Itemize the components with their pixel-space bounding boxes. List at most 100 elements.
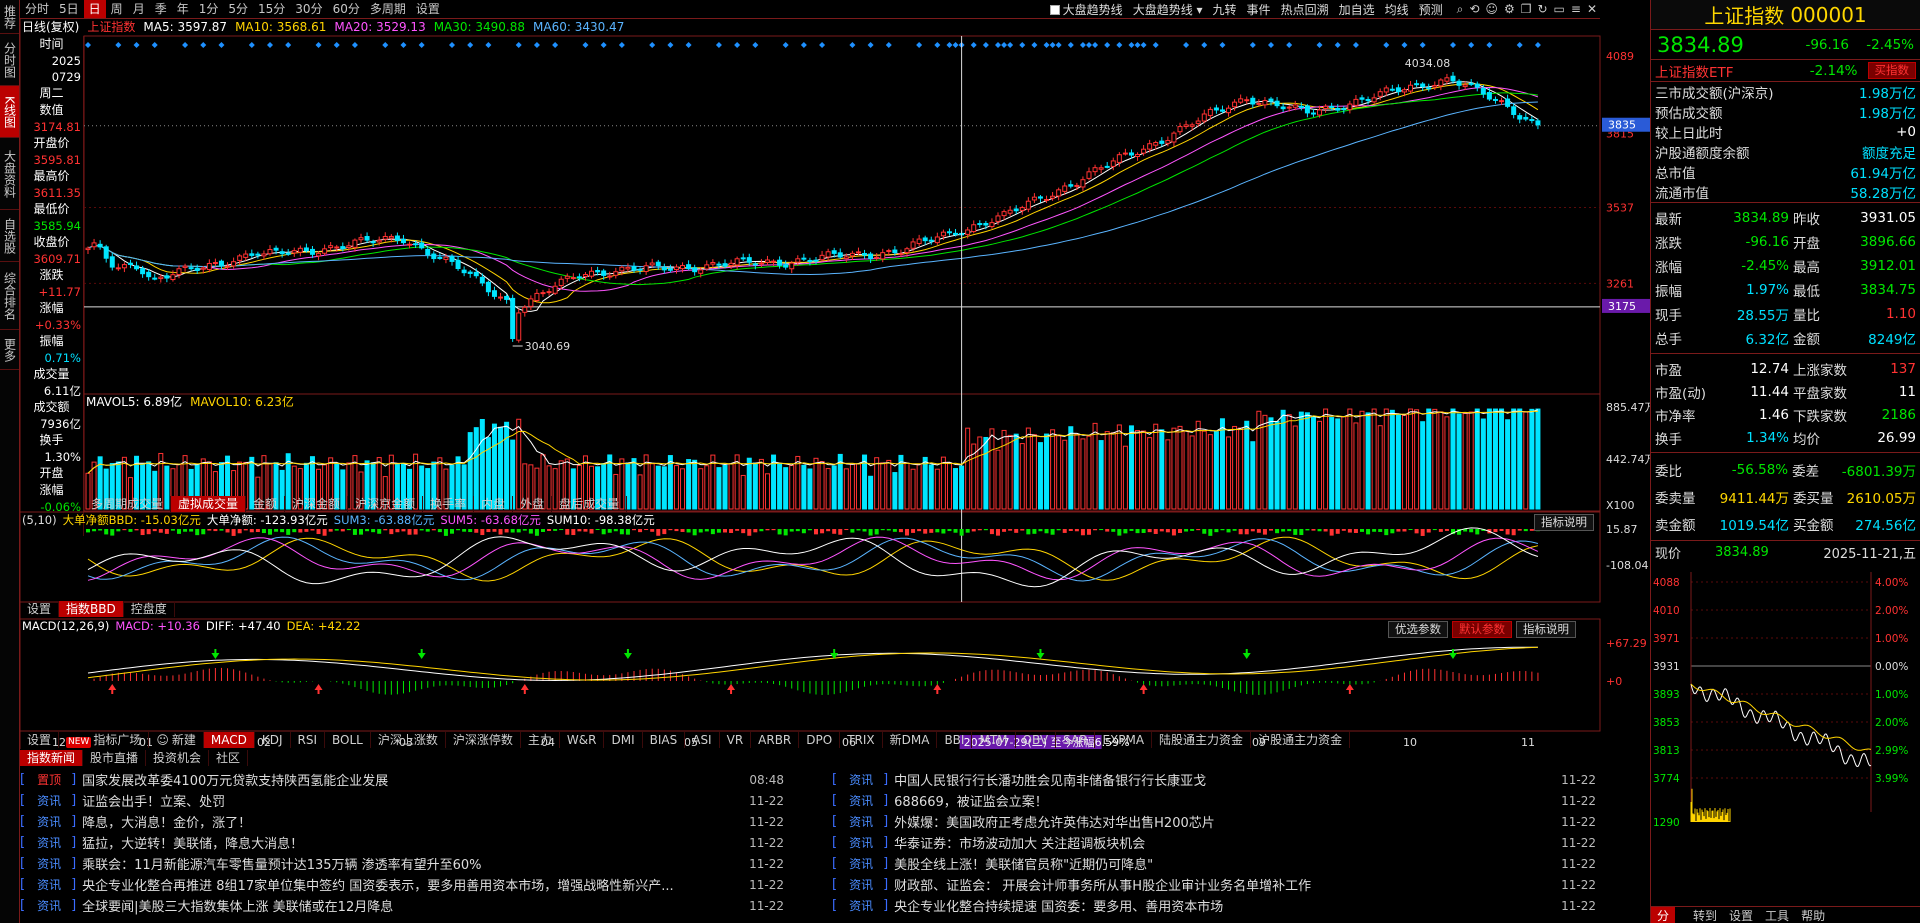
event-marker[interactable] bbox=[1086, 42, 1092, 48]
news-title[interactable]: 外媒爆：美国政府正考虑允许英伟达对华出售H200芯片 bbox=[894, 812, 1536, 831]
news-item[interactable]: [资讯] 猛拉，大逆转！美联储，降息大消息！ 11-22 bbox=[20, 832, 800, 853]
news-item[interactable]: [资讯] 外媒爆：美国政府正考虑允许英伟达对华出售H200芯片 11-22 bbox=[832, 811, 1612, 832]
bbdtabs-2[interactable]: 控盘度 bbox=[124, 601, 175, 617]
event-marker[interactable] bbox=[85, 42, 91, 48]
event-marker[interactable] bbox=[1450, 42, 1456, 48]
indtabs-14[interactable]: VR bbox=[720, 731, 752, 748]
news-item[interactable]: [资讯] 央企专业化整合再推进 8组17家单位集中签约 国资委表示，要多用善用资本… bbox=[20, 874, 800, 895]
buy-index-button[interactable]: 买指数 bbox=[1867, 62, 1916, 79]
news-title[interactable]: 美股全线上涨！美联储官员称"近期仍可降息" bbox=[894, 854, 1536, 873]
event-marker[interactable] bbox=[685, 42, 692, 48]
event-marker[interactable] bbox=[1079, 42, 1086, 48]
trend-line-checkbox[interactable]: 大盘趋势线 bbox=[1045, 1, 1128, 18]
event-marker[interactable] bbox=[734, 42, 741, 48]
sidebar-tab-2[interactable]: K线图 bbox=[0, 86, 19, 138]
toolbar-item-0[interactable]: 大盘趋势线 ▾ bbox=[1128, 1, 1208, 18]
event-marker[interactable] bbox=[600, 42, 607, 48]
event-marker[interactable] bbox=[1007, 42, 1014, 48]
event-marker[interactable] bbox=[667, 42, 674, 48]
period-7[interactable]: 1分 bbox=[194, 0, 224, 18]
voltabs-1[interactable]: 虚拟成交量 bbox=[171, 496, 247, 512]
chart-area[interactable]: 日线(复权) 上证指数 MA5: 3597.87 MA10: 3568.61 MA20:… bbox=[20, 19, 1650, 766]
event-marker[interactable] bbox=[916, 42, 923, 48]
event-marker[interactable] bbox=[133, 42, 140, 48]
event-marker[interactable] bbox=[1468, 42, 1475, 48]
event-marker[interactable] bbox=[1334, 42, 1341, 48]
indtabs-11[interactable]: DMI bbox=[604, 731, 643, 748]
indtabs-17[interactable]: TRIX bbox=[840, 731, 883, 748]
sidebar-tab-4[interactable]: 自选股 bbox=[0, 210, 19, 262]
toolbar-item-3[interactable]: 热点回溯 bbox=[1276, 1, 1334, 18]
indtabs-8[interactable]: 沪深涨停数 bbox=[446, 731, 521, 748]
bottom-item-3[interactable]: 设置 bbox=[1723, 907, 1759, 923]
news-item[interactable]: [资讯] 美股全线上涨！美联储官员称"近期仍可降息" 11-22 bbox=[832, 853, 1612, 874]
period-9[interactable]: 15分 bbox=[253, 0, 290, 18]
indtabs-12[interactable]: BIAS bbox=[643, 731, 686, 748]
news-item[interactable]: [资讯] 688669，被证监会立案！ 11-22 bbox=[832, 790, 1612, 811]
event-marker[interactable] bbox=[1092, 42, 1099, 48]
news-title[interactable]: 财政部、证监会： 开展会计师事务所从事H股企业审计业务名单增补工作 bbox=[894, 875, 1536, 894]
indtabs-25[interactable]: 沪股通主力资金 bbox=[1251, 731, 1351, 748]
news-title[interactable]: 央企专业化整合再推进 8组17家单位集中签约 国资委表示，要多用善用资本市场，增… bbox=[82, 875, 724, 894]
event-marker[interactable] bbox=[1152, 42, 1159, 48]
event-marker[interactable] bbox=[849, 42, 856, 48]
bbdtabs-0[interactable]: 设置 bbox=[20, 601, 60, 617]
toolbar-item-2[interactable]: 事件 bbox=[1242, 1, 1276, 18]
intraday-chart[interactable]: 4088 4010 3971 3931 3893 3853 3813 3774 1290 4.00… bbox=[1651, 572, 1920, 842]
event-marker[interactable] bbox=[649, 42, 656, 48]
macd-button-2[interactable]: 指标说明 bbox=[1516, 621, 1576, 638]
indtabs-5[interactable]: RSI bbox=[291, 731, 326, 748]
event-marker[interactable] bbox=[1219, 42, 1226, 48]
indtabs-0[interactable]: 设置 bbox=[20, 731, 60, 748]
voltabs-7[interactable]: 外盘 bbox=[513, 496, 553, 512]
sidebar-tab-1[interactable]: 分时图 bbox=[0, 34, 19, 86]
indtabs-21[interactable]: OBV bbox=[1016, 731, 1057, 748]
history-icon[interactable]: ⟲ bbox=[1466, 2, 1482, 17]
event-marker[interactable] bbox=[1419, 42, 1426, 48]
event-marker[interactable] bbox=[382, 42, 389, 48]
voltabs-6[interactable]: 内盘 bbox=[474, 496, 514, 512]
news-title[interactable]: 证监会出手！立案、处罚 bbox=[82, 791, 724, 810]
indtabs-4[interactable]: KDJ bbox=[255, 731, 291, 748]
event-marker[interactable] bbox=[1067, 42, 1074, 48]
toolbar-item-1[interactable]: 九转 bbox=[1208, 1, 1242, 18]
event-marker[interactable] bbox=[1049, 42, 1056, 48]
indtabs-13[interactable]: ASI bbox=[685, 731, 720, 748]
sidebar-tab-0[interactable]: 推荐 bbox=[0, 0, 19, 34]
indtabs-16[interactable]: DPO bbox=[799, 731, 841, 748]
event-marker[interactable] bbox=[182, 42, 189, 48]
event-marker[interactable] bbox=[1134, 42, 1141, 48]
sidebar-tab-5[interactable]: 综合排名 bbox=[0, 262, 19, 330]
etf-row[interactable]: 上证指数ETF -2.14% 买指数 bbox=[1651, 60, 1920, 82]
event-marker[interactable] bbox=[552, 42, 559, 48]
event-marker[interactable] bbox=[218, 42, 225, 48]
event-marker[interactable] bbox=[867, 42, 874, 48]
period-6[interactable]: 年 bbox=[172, 0, 194, 18]
voltabs-4[interactable]: 沪深京金额 bbox=[348, 496, 424, 512]
event-marker[interactable] bbox=[819, 42, 826, 48]
event-marker[interactable] bbox=[618, 42, 625, 48]
event-marker[interactable] bbox=[449, 42, 455, 48]
event-marker[interactable] bbox=[1286, 42, 1293, 48]
newstabs-2[interactable]: 投资机会 bbox=[146, 750, 210, 766]
bottom-item-0[interactable]: 分 bbox=[1651, 906, 1676, 923]
toolbar-item-6[interactable]: 预测 bbox=[1414, 1, 1448, 18]
period-2[interactable]: 日 bbox=[83, 0, 106, 18]
news-title[interactable]: 全球要闻|美股三大指数集体上涨 美联储或在12月降息 bbox=[82, 896, 724, 915]
period-11[interactable]: 60分 bbox=[328, 0, 365, 18]
bbd-explain-button[interactable]: 指标说明 bbox=[1534, 514, 1594, 531]
event-marker[interactable] bbox=[782, 42, 789, 48]
toolbar-item-4[interactable]: 加自选 bbox=[1334, 1, 1380, 18]
event-marker[interactable] bbox=[982, 42, 989, 48]
indtabs-1[interactable]: NEW 指标广场 bbox=[59, 731, 150, 748]
event-marker[interactable] bbox=[970, 42, 977, 48]
news-item[interactable]: [资讯] 证监会出手！立案、处罚 11-22 bbox=[20, 790, 800, 811]
event-marker[interactable] bbox=[533, 42, 540, 48]
lines-icon[interactable]: ≡ bbox=[1568, 2, 1584, 17]
event-marker[interactable] bbox=[952, 42, 959, 48]
news-item[interactable]: [资讯] 华泰证券：市场波动加大 关注超调板块机会 11-22 bbox=[832, 832, 1612, 853]
event-marker[interactable] bbox=[1055, 42, 1062, 48]
event-marker[interactable] bbox=[1128, 42, 1135, 48]
newstabs-3[interactable]: 社区 bbox=[209, 750, 249, 766]
macd-button-1[interactable]: 默认参数 bbox=[1452, 621, 1512, 638]
